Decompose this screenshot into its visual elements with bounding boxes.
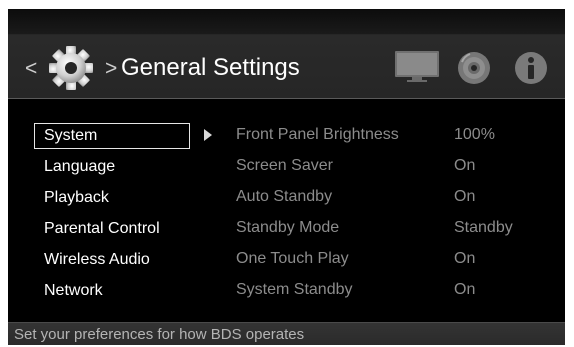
option-standby-mode-value: Standby: [454, 219, 513, 236]
menu-item-language[interactable]: Language: [34, 154, 190, 180]
option-one-touch-play-value: On: [454, 250, 476, 267]
tv-icon[interactable]: [394, 50, 440, 84]
menu-item-wireless-audio[interactable]: Wireless Audio: [34, 247, 190, 273]
submenu-arrow-icon: [204, 129, 212, 141]
header-bar: < > General Settings: [8, 9, 565, 99]
disc-icon[interactable]: [456, 50, 492, 86]
option-auto-standby-label[interactable]: Auto Standby: [236, 184, 332, 210]
option-front-panel-brightness-label[interactable]: Front Panel Brightness: [236, 122, 399, 148]
menu-item-parental-control[interactable]: Parental Control: [34, 216, 190, 242]
option-standby-mode-label[interactable]: Standby Mode: [236, 215, 339, 241]
option-screen-saver-label[interactable]: Screen Saver: [236, 153, 333, 179]
header-divider: [8, 98, 565, 99]
option-auto-standby-value: On: [454, 188, 476, 205]
info-icon[interactable]: [513, 50, 549, 86]
option-one-touch-play-label[interactable]: One Touch Play: [236, 246, 349, 272]
option-system-standby-label[interactable]: System Standby: [236, 277, 353, 303]
option-system-standby-value: On: [454, 281, 476, 298]
menu-item-network[interactable]: Network: [34, 278, 190, 304]
footer-hint-bar: Set your preferences for how BDS operate…: [8, 322, 565, 345]
menu-item-system[interactable]: System: [34, 123, 190, 149]
breadcrumb-separator: >: [105, 57, 118, 80]
back-nav[interactable]: <: [25, 57, 37, 81]
top-strip: [8, 9, 565, 34]
page-title: General Settings: [121, 54, 300, 81]
gear-icon: [49, 46, 93, 90]
settings-screen: < > General Settings System Language Pla…: [8, 9, 565, 345]
option-front-panel-brightness-value: 100%: [454, 126, 495, 143]
option-screen-saver-value: On: [454, 157, 476, 174]
footer-hint: Set your preferences for how BDS operate…: [14, 326, 305, 343]
menu-item-playback[interactable]: Playback: [34, 185, 190, 211]
